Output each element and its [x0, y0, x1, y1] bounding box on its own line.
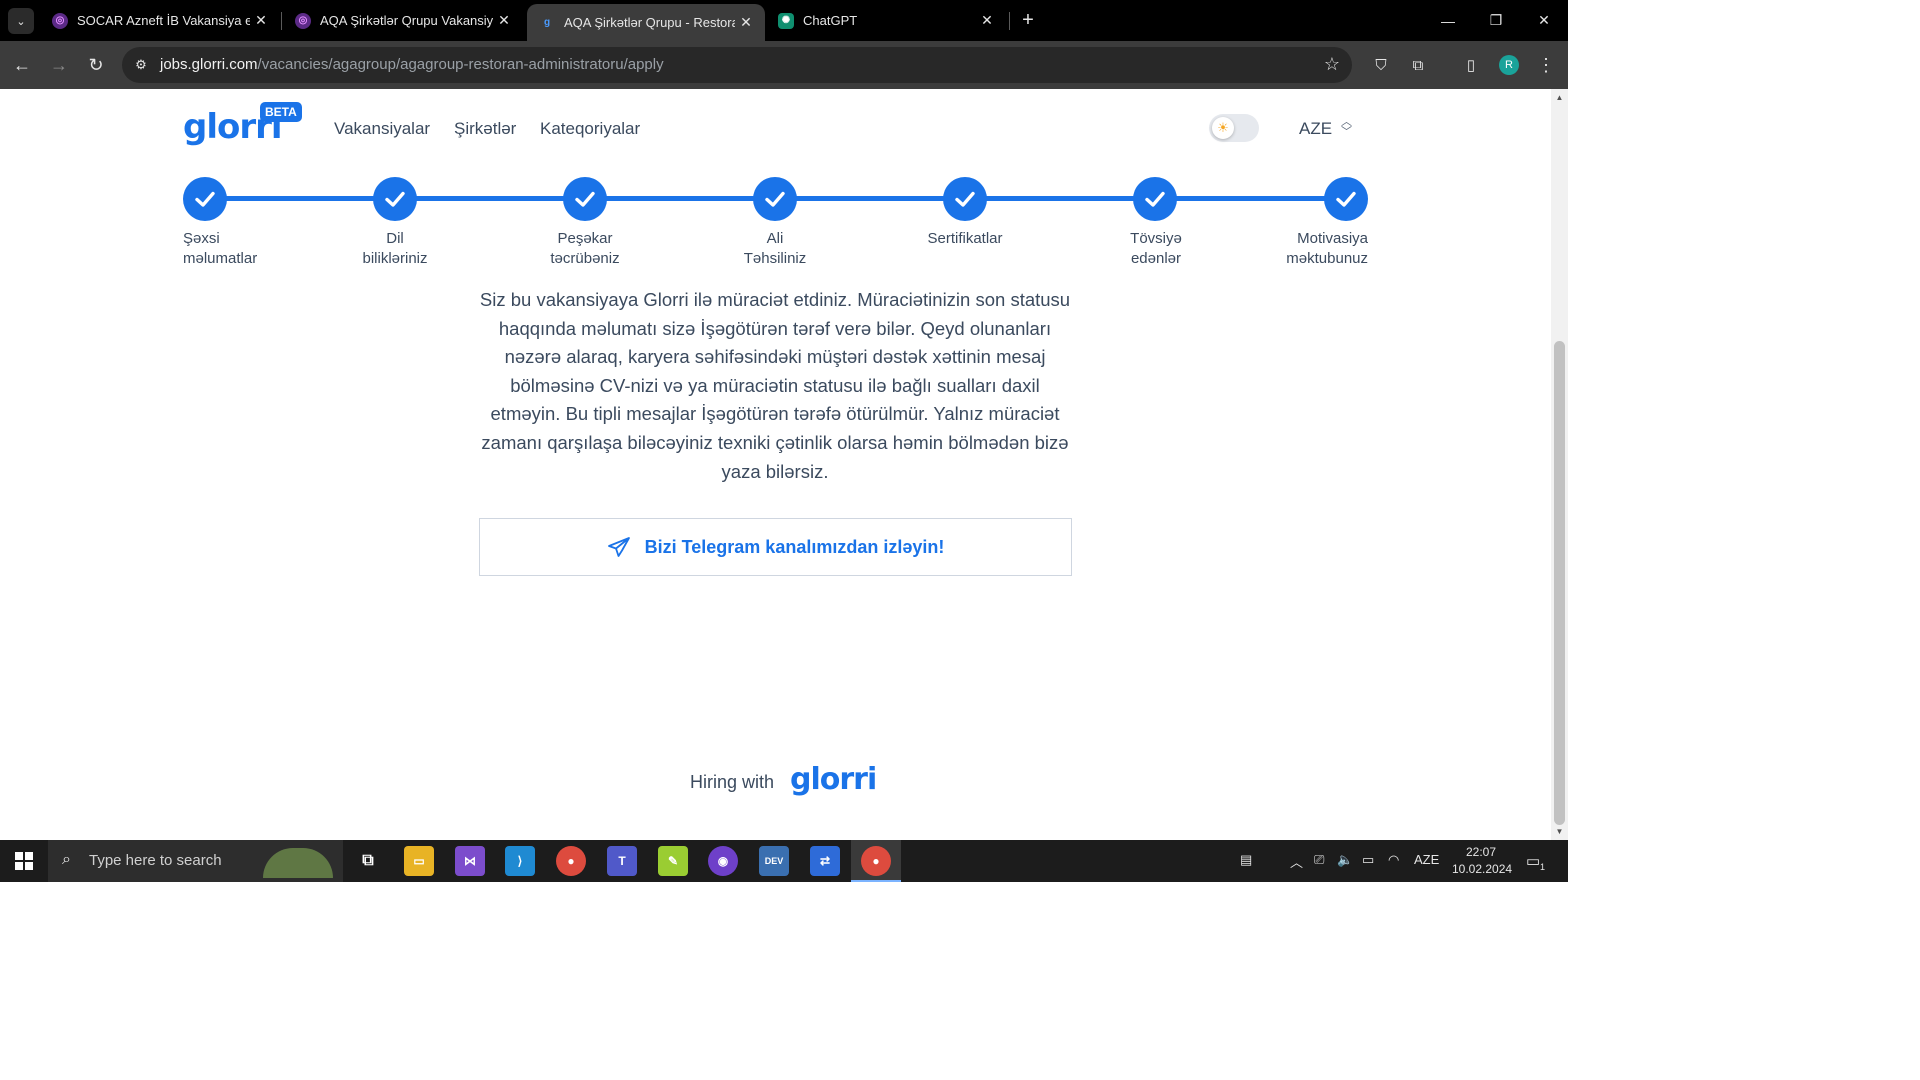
confirmation-message: Siz bu vakansiyaya Glorri ilə müraciət e… [479, 289, 1071, 482]
tab-aqa-restoran[interactable]: g AQA Şirkətlər Qrupu - Restoran ✕ [527, 4, 765, 41]
step-check-icon [1324, 177, 1368, 221]
telegram-button-label: Bizi Telegram kanalımızdan izləyin! [644, 536, 945, 557]
step-label-certificates: Sertifikatlar [927, 230, 1003, 247]
github-desktop-icon[interactable]: ◉ [708, 846, 738, 876]
scroll-down-arrow-icon[interactable]: ▼ [1551, 827, 1568, 836]
chevron-up-icon[interactable]: ︿ [1290, 852, 1303, 871]
tab-socar[interactable]: ◎ SOCAR Azneft İB Vakansiya elan ✕ [40, 0, 280, 41]
tab-title: AQA Şirkətlər Qrupu - Restoran [564, 15, 735, 30]
close-icon[interactable]: ✕ [493, 12, 515, 29]
step-check-icon [753, 177, 797, 221]
close-icon[interactable]: ✕ [976, 12, 998, 29]
battery-icon[interactable]: ▭ [1362, 852, 1374, 868]
notification-icon[interactable]: ▭ [1526, 852, 1540, 870]
minimize-button[interactable]: — [1424, 0, 1472, 41]
tool-app-icon[interactable]: ✎ [658, 846, 688, 876]
taskbar-search-placeholder: Type here to search [89, 852, 222, 869]
nav-sirketler[interactable]: Şirkətlər [454, 119, 516, 139]
telegram-icon [607, 537, 630, 557]
close-icon[interactable]: ✕ [735, 14, 757, 31]
windows-logo-icon [15, 852, 33, 870]
footer-glorri-logo[interactable]: glorri [790, 762, 877, 797]
devtools-app-icon[interactable]: DEV [759, 846, 789, 876]
task-view-icon[interactable]: ⧉ [353, 846, 383, 876]
tab-chatgpt[interactable]: ✺ ChatGPT ✕ [766, 0, 1006, 41]
close-window-button[interactable]: ✕ [1520, 0, 1568, 41]
shield-extension-icon[interactable]: ⛉ [1367, 51, 1395, 79]
vscode-icon[interactable]: ⟩ [505, 846, 535, 876]
menu-icon[interactable]: ⋮ [1532, 51, 1560, 79]
address-bar[interactable]: ⚙ jobs.glorri.com/vacancies/agagroup/aga… [122, 47, 1352, 83]
language-selector[interactable]: AZE [1299, 119, 1332, 139]
glorri-favicon-icon: ◎ [295, 12, 311, 29]
beta-badge: BETA [260, 102, 302, 122]
wifi-icon[interactable]: ◠ [1388, 852, 1399, 868]
glorri-favicon-icon: ◎ [52, 12, 68, 29]
scroll-up-arrow-icon[interactable]: ▲ [1551, 93, 1568, 102]
back-button[interactable]: ← [8, 51, 36, 79]
visual-studio-icon[interactable]: ⋈ [455, 846, 485, 876]
url-text[interactable]: jobs.glorri.com/vacancies/agagroup/agagr… [160, 56, 664, 73]
step-check-icon [1133, 177, 1177, 221]
tab-search-button[interactable]: ⌄ [8, 8, 34, 34]
step-label-experience: Peşəkar təcrübəniz [550, 230, 620, 267]
chrome-icon: ● [861, 846, 891, 876]
tab-separator [281, 12, 282, 30]
step-label-languages: Dil bilikləriniz [362, 230, 428, 267]
restore-button[interactable]: ❐ [1472, 0, 1520, 41]
reload-button[interactable]: ↻ [82, 51, 110, 79]
extensions-icon[interactable]: ⧉ [1404, 51, 1432, 79]
windows-start-button[interactable] [0, 840, 48, 882]
bookmark-star-icon[interactable]: ☆ [1324, 54, 1340, 75]
step-check-icon [563, 177, 607, 221]
site-settings-icon[interactable]: ⚙ [132, 56, 150, 74]
chatgpt-favicon-icon: ✺ [778, 12, 794, 29]
teams-icon[interactable]: T [607, 846, 637, 876]
new-tab-button[interactable]: + [1016, 8, 1040, 32]
theme-toggle[interactable]: ☀ [1209, 114, 1259, 142]
nav-vakansiyalar[interactable]: Vakansiyalar [334, 119, 430, 139]
step-label-motivation: Motivasiya məktubunuz [1286, 230, 1368, 267]
telegram-channel-button[interactable]: Bizi Telegram kanalımızdan izləyin! [479, 518, 1072, 576]
volume-icon[interactable]: 🔈 [1337, 852, 1353, 868]
clock-date: 10.02.2024 [1452, 862, 1513, 876]
search-highlight-image [263, 848, 333, 878]
input-language[interactable]: AZE [1414, 852, 1439, 867]
search-icon: ⌕ [62, 851, 71, 868]
step-check-icon [183, 177, 227, 221]
step-check-icon [943, 177, 987, 221]
taskbar-clock[interactable]: 22:07 10.02.2024 [1452, 844, 1513, 878]
meet-now-icon[interactable]: ⎚ [1314, 852, 1324, 868]
tab-aqa-vakansiya[interactable]: ◎ AQA Şirkətlər Qrupu Vakansiya ✕ [283, 0, 523, 41]
page-scrollbar[interactable]: ▲ ▼ [1551, 89, 1568, 840]
tab-title: ChatGPT [803, 13, 858, 28]
profile-avatar[interactable]: R [1499, 55, 1519, 75]
network-app-icon[interactable]: ⇄ [810, 846, 840, 876]
close-icon[interactable]: ✕ [250, 12, 272, 29]
page-content: glorri BETA Vakansiyalar Şirkətlər Kateq… [0, 89, 1551, 840]
windows-taskbar: ⌕ Type here to search ⧉ ▭ ⋈ ⟩ ● T ✎ ◉ DE… [0, 840, 1568, 882]
clock-time: 22:07 [1465, 845, 1497, 859]
tab-separator [1009, 12, 1010, 30]
notification-count: 1 [1540, 862, 1546, 872]
step-label-education: Ali Təhsiliniz [743, 230, 807, 267]
tab-title: SOCAR Azneft İB Vakansiya elan [77, 13, 250, 28]
taskbar-search-box[interactable]: ⌕ Type here to search [48, 840, 343, 882]
news-widget-icon[interactable]: ▤ [1240, 852, 1252, 868]
nav-kateqoriyalar[interactable]: Kateqoriyalar [540, 119, 640, 139]
step-check-icon [373, 177, 417, 221]
forward-button[interactable]: → [45, 51, 73, 79]
browser-toolbar: ← → ↻ ⚙ jobs.glorri.com/vacancies/agagro… [0, 41, 1568, 89]
chrome-active-taskbar-item[interactable]: ● [851, 840, 901, 882]
chrome-icon[interactable]: ● [556, 846, 586, 876]
browser-tab-bar: ⌄ ◎ SOCAR Azneft İB Vakansiya elan ✕ ◎ A… [0, 0, 1568, 41]
hiring-with-text: Hiring with [690, 772, 775, 792]
chevron-updown-icon[interactable]: ︿ ﹀ [1341, 117, 1352, 138]
sun-icon: ☀ [1212, 117, 1234, 139]
scroll-thumb[interactable] [1554, 341, 1565, 825]
side-panel-icon[interactable]: ▯ [1457, 51, 1485, 79]
glorri-g-favicon-icon: g [543, 17, 551, 28]
file-explorer-icon[interactable]: ▭ [404, 846, 434, 876]
tab-title: AQA Şirkətlər Qrupu Vakansiya [320, 13, 493, 28]
